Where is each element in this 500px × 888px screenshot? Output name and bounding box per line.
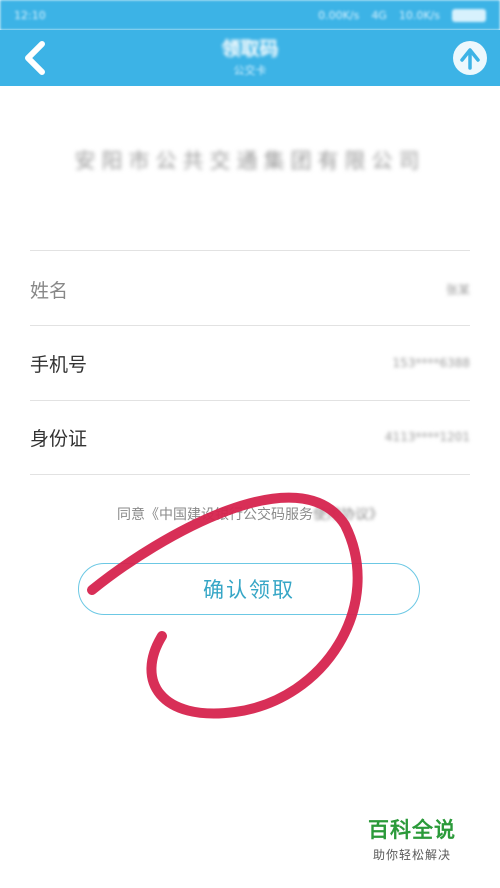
page-subtitle: 公交卡 bbox=[233, 64, 267, 77]
signal-indicator: 4G bbox=[371, 8, 387, 22]
status-time: 12:10 bbox=[14, 8, 46, 22]
name-value: 张某 bbox=[445, 282, 470, 297]
id-card-label: 身份证 bbox=[30, 427, 88, 450]
name-row: 姓名 张某 bbox=[30, 265, 470, 313]
divider bbox=[30, 325, 470, 326]
id-card-value: 4113****1201 bbox=[384, 430, 470, 444]
battery-icon bbox=[452, 8, 486, 22]
watermark-title: 百科全说 bbox=[368, 818, 456, 842]
phone-row: 手机号 153****6388 bbox=[30, 339, 470, 387]
page-title: 领取码 bbox=[221, 38, 279, 60]
divider bbox=[30, 250, 470, 251]
phone-label: 手机号 bbox=[30, 353, 88, 376]
agreement-link[interactable]: 同意《中国建设银行公交码服务使用协议》 bbox=[0, 504, 500, 524]
watermark-logo: 百科全说 助你轻松解决 bbox=[362, 814, 462, 863]
company-name: 安阳市公共交通集团有限公司 bbox=[74, 149, 426, 173]
phone-value: 153****6388 bbox=[392, 356, 470, 370]
watermark-subtitle: 助你轻松解决 bbox=[372, 848, 451, 862]
network-speed: 0.00K/s bbox=[318, 8, 360, 22]
divider bbox=[30, 474, 470, 475]
agreement-text: 同意《中国建设银行公交码服务 bbox=[117, 507, 313, 523]
share-icon bbox=[453, 41, 487, 75]
name-label: 姓名 bbox=[30, 279, 69, 302]
divider bbox=[30, 400, 470, 401]
id-card-row: 身份证 4113****1201 bbox=[30, 413, 470, 461]
share-button[interactable] bbox=[446, 34, 494, 82]
status-bar: 12:10 0.00K/s 4G 10.0K/s bbox=[0, 0, 500, 30]
app-header: 领取码 公交卡 bbox=[0, 30, 500, 86]
status-indicators: 0.00K/s 4G 10.0K/s bbox=[318, 8, 486, 22]
confirm-claim-button[interactable]: 确认领取 bbox=[78, 563, 420, 615]
data-speed: 10.0K/s bbox=[398, 8, 440, 22]
agreement-text-rest: 使用协议》 bbox=[313, 507, 383, 523]
